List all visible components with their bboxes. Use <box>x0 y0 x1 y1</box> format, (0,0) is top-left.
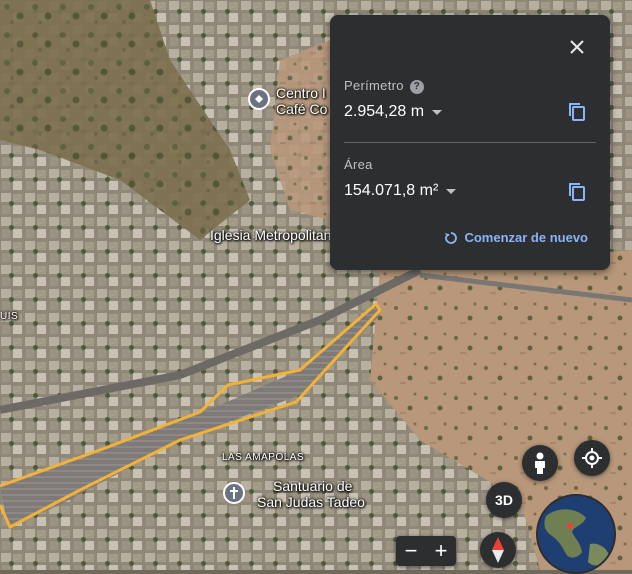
restart-label: Comenzar de nuevo <box>464 230 588 245</box>
pegman-button[interactable] <box>522 445 558 481</box>
close-icon[interactable] <box>566 36 588 58</box>
chevron-down-icon <box>432 109 443 115</box>
perimeter-label-row: Perímetro? <box>344 78 424 94</box>
zoom-out-button[interactable]: − <box>396 536 426 566</box>
place-label-cafe[interactable]: Café Co <box>276 101 327 118</box>
place-label-centro[interactable]: Centro I <box>276 85 326 102</box>
copy-icon[interactable] <box>566 181 588 203</box>
restart-button[interactable]: Comenzar de nuevo <box>444 230 588 245</box>
place-label-santuario-line1[interactable]: Santuario de <box>273 478 352 495</box>
restart-icon <box>445 231 458 244</box>
3d-toggle-button[interactable]: 3D <box>486 482 522 518</box>
area-value-dropdown[interactable]: 154.071,8 m² <box>344 182 457 200</box>
zoom-in-button[interactable]: + <box>426 536 456 566</box>
pegman-icon <box>535 452 545 474</box>
perimeter-value-dropdown[interactable]: 2.954,28 m <box>344 103 443 121</box>
area-label: Área <box>344 157 373 172</box>
place-label-santuario-line2[interactable]: San Judas Tadeo <box>257 494 365 511</box>
my-location-button[interactable] <box>574 440 610 476</box>
area-value: 154.071,8 m² <box>344 182 439 199</box>
place-pin-icon[interactable] <box>248 88 270 110</box>
copy-icon[interactable] <box>566 101 588 123</box>
measure-panel: Perímetro? 2.954,28 m Área 154.071,8 m² … <box>330 15 610 270</box>
place-label-iglesia[interactable]: Iglesia Metropolitan <box>210 227 331 244</box>
globe-icon[interactable] <box>536 494 616 574</box>
perimeter-label: Perímetro <box>344 78 404 93</box>
compass-button[interactable] <box>480 532 516 568</box>
edge-label: UIS <box>0 311 19 322</box>
compass-icon <box>492 537 504 563</box>
neighborhood-label-amapolas: LAS AMAPOLAS <box>222 452 305 463</box>
help-icon[interactable]: ? <box>409 80 424 94</box>
zoom-control: − + <box>396 536 456 566</box>
church-pin-icon[interactable] <box>223 482 245 504</box>
divider <box>344 142 596 143</box>
perimeter-value: 2.954,28 m <box>344 103 425 120</box>
chevron-down-icon <box>446 188 457 194</box>
my-location-icon <box>582 448 602 468</box>
